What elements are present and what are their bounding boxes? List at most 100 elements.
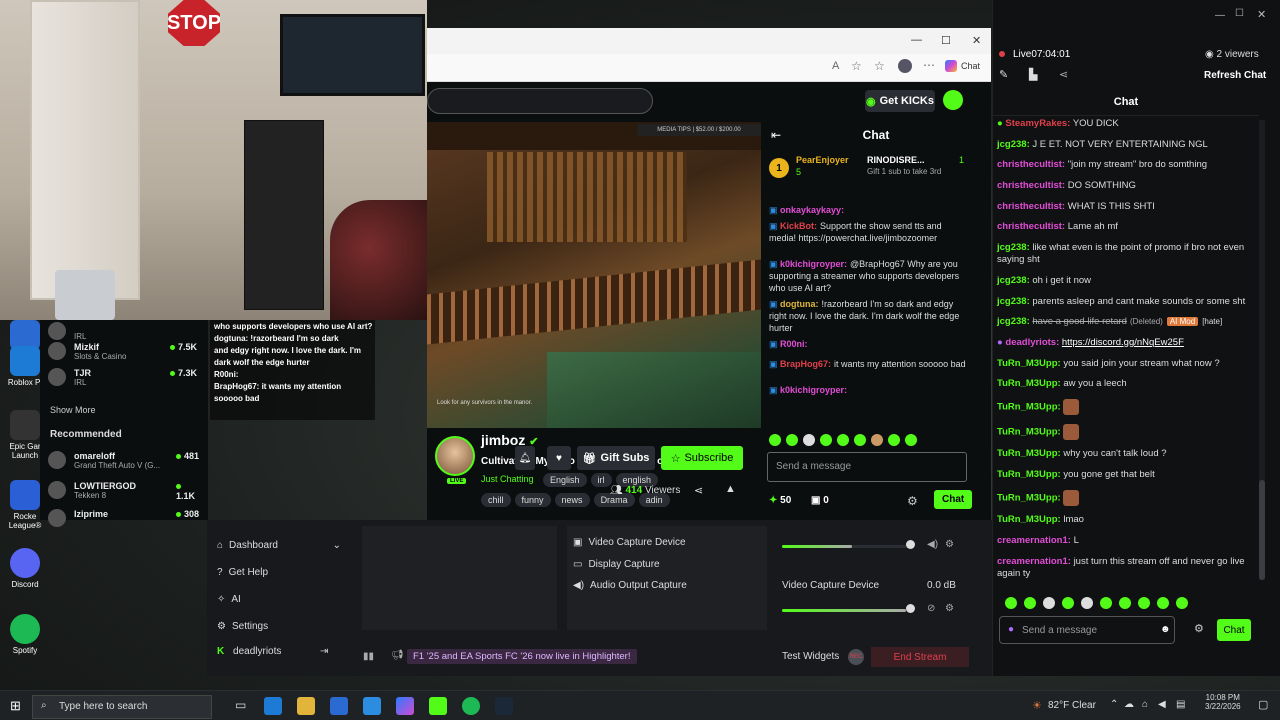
obs-source[interactable]: ▣ Video Capture Device bbox=[573, 532, 687, 554]
chat-username[interactable]: jcg238: bbox=[997, 296, 1030, 307]
report-icon[interactable]: ▲ bbox=[725, 483, 736, 495]
store-icon[interactable] bbox=[330, 697, 348, 715]
gift-subs-button[interactable]: 🎁︎ Gift Subs bbox=[577, 446, 655, 470]
clock[interactable]: 10:08 PM 3/22/2026 bbox=[1205, 693, 1241, 711]
scrollbar-thumb[interactable] bbox=[1259, 480, 1265, 580]
tag[interactable]: funny bbox=[514, 493, 551, 507]
volume-handle-2[interactable] bbox=[906, 604, 915, 613]
tag[interactable]: irl bbox=[590, 473, 612, 487]
show-more-button[interactable]: Show More bbox=[50, 405, 96, 415]
obs-account[interactable]: K deadlyriots bbox=[217, 646, 281, 657]
spotify-icon[interactable] bbox=[462, 697, 480, 715]
subscribe-button[interactable]: ☆ Subscribe bbox=[661, 446, 743, 470]
share-icon[interactable]: ⋖ bbox=[694, 484, 703, 497]
test-widgets-button[interactable]: Test Widgets bbox=[782, 651, 839, 662]
streamer-avatar[interactable] bbox=[435, 436, 475, 476]
minimize-button[interactable]: — bbox=[911, 34, 922, 46]
chat-username[interactable]: jcg238: bbox=[997, 242, 1030, 253]
volume-track[interactable] bbox=[782, 545, 910, 548]
obs-menu-item[interactable]: ✧ AI bbox=[217, 586, 341, 613]
chat-username[interactable]: k0kichigroyper: bbox=[780, 259, 847, 269]
chat-username[interactable]: creamernation1: bbox=[997, 535, 1071, 546]
start-windows-icon[interactable]: ⊞ bbox=[10, 698, 21, 714]
gift-counter[interactable]: ▣ 0 bbox=[811, 495, 829, 507]
read-aloud-icon[interactable]: A bbox=[832, 60, 839, 72]
popout-settings-icon[interactable]: ⚙ bbox=[1194, 622, 1204, 635]
network-icon[interactable]: ⌂ bbox=[1142, 699, 1148, 710]
file-explorer-icon[interactable] bbox=[297, 697, 315, 715]
notification-bell-icon[interactable]: 🔔︎ bbox=[515, 446, 535, 470]
popout-chat-input[interactable]: ● Send a message ☻ bbox=[999, 616, 1175, 644]
chat-username[interactable]: christhecultist: bbox=[997, 180, 1065, 191]
clip-icon[interactable]: ▙ bbox=[1029, 68, 1037, 81]
obs-menu-item[interactable]: ? Get Help bbox=[217, 559, 341, 586]
obs-menu-item[interactable]: ⚙ Settings bbox=[217, 613, 341, 640]
weather-text[interactable]: 82°F Clear bbox=[1048, 700, 1096, 711]
chat-username[interactable]: TuRn_M3Upp: bbox=[997, 448, 1061, 459]
obs-source[interactable]: ◀) Audio Output Capture bbox=[573, 575, 687, 597]
chat-username[interactable]: KickBot: bbox=[780, 221, 817, 231]
chat-username[interactable]: TuRn_M3Upp: bbox=[997, 426, 1061, 437]
close-button[interactable]: ✕ bbox=[972, 34, 981, 47]
chat-username[interactable]: k0kichigroyper: bbox=[780, 385, 847, 395]
speaker-icon[interactable]: ◀) bbox=[927, 539, 938, 550]
tray-chevron-icon[interactable]: ⌃ bbox=[1110, 699, 1118, 710]
chat-username[interactable]: TuRn_M3Upp: bbox=[997, 358, 1061, 369]
chat-username[interactable]: TuRn_M3Upp: bbox=[997, 378, 1061, 389]
kick-chat-input[interactable]: Send a message bbox=[767, 452, 967, 482]
emoji-icon[interactable]: ☻ bbox=[1160, 624, 1171, 635]
muted-speaker-icon[interactable]: ⊘ bbox=[927, 603, 935, 614]
favorites-icon[interactable]: ☆ bbox=[874, 59, 885, 73]
chat-username[interactable]: dogtuna: bbox=[780, 299, 819, 309]
user-avatar[interactable] bbox=[943, 90, 963, 110]
highlighter-banner[interactable]: F1 '25 and EA Sports FC '26 now live in … bbox=[407, 649, 637, 664]
get-kicks-button[interactable]: ◉ Get KICKs bbox=[865, 90, 935, 112]
kick-search-bar[interactable] bbox=[427, 88, 653, 114]
tag[interactable]: chill bbox=[481, 493, 511, 507]
sidebar-channel[interactable]: Mizkif Slots & Casino 7.5K bbox=[48, 340, 200, 366]
obs-source[interactable]: ▭ Display Capture bbox=[573, 554, 687, 576]
chat-text[interactable]: https://discord.gg/nNqEw25F bbox=[1062, 337, 1184, 348]
chat-username[interactable]: jcg238: bbox=[997, 275, 1030, 286]
tag[interactable]: English bbox=[543, 473, 587, 487]
chat-username[interactable]: jcg238: bbox=[997, 316, 1030, 327]
chat-username[interactable]: R00ni: bbox=[780, 339, 808, 349]
chat-username[interactable]: christhecultist: bbox=[997, 159, 1065, 170]
chat-username[interactable]: deadlyriots: bbox=[1005, 337, 1059, 348]
chat-username[interactable]: TuRn_M3Upp: bbox=[997, 401, 1061, 412]
steam-icon[interactable] bbox=[495, 697, 513, 715]
tag[interactable]: news bbox=[554, 493, 590, 507]
sidebar-channel[interactable]: omareloff Grand Theft Auto V (G... 481 bbox=[48, 449, 200, 475]
desktop-icon[interactable]: Spotify bbox=[2, 614, 48, 655]
share-icon[interactable]: ⋖ bbox=[1059, 68, 1068, 81]
chat-username[interactable]: SteamyRakes: bbox=[1005, 118, 1070, 129]
kick-points[interactable]: ✦ 50 bbox=[769, 495, 791, 507]
emote-bar[interactable] bbox=[769, 434, 983, 448]
chat-username[interactable]: TuRn_M3Upp: bbox=[997, 492, 1061, 503]
volume-icon[interactable]: ◀ bbox=[1158, 699, 1166, 710]
copilot-chat-label[interactable]: Chat bbox=[961, 61, 980, 71]
minimize-button[interactable]: — bbox=[1215, 10, 1225, 21]
profile-avatar[interactable] bbox=[898, 59, 912, 73]
end-stream-button[interactable]: End Stream bbox=[871, 647, 969, 667]
edge-icon[interactable] bbox=[264, 697, 282, 715]
notifications-icon[interactable]: ▢ bbox=[1258, 698, 1268, 711]
task-view-icon[interactable]: ▭ bbox=[235, 698, 246, 712]
mixer-settings-icon-2[interactable]: ⚙ bbox=[945, 603, 954, 614]
chat-username[interactable]: christhecultist: bbox=[997, 221, 1065, 232]
desktop-icon[interactable]: Discord bbox=[2, 548, 48, 589]
chat-username[interactable]: TuRn_M3Upp: bbox=[997, 514, 1061, 525]
kick-chat-send-button[interactable]: Chat bbox=[934, 490, 973, 509]
maximize-button[interactable]: ☐ bbox=[1235, 8, 1244, 19]
microphone-icon[interactable]: ● bbox=[1008, 624, 1014, 635]
chat-username[interactable]: christhecultist: bbox=[997, 201, 1065, 212]
kick-app-icon[interactable] bbox=[429, 697, 447, 715]
favorite-star-icon[interactable]: ☆ bbox=[851, 59, 862, 73]
chat-username[interactable]: TuRn_M3Upp: bbox=[997, 469, 1061, 480]
stream-video[interactable]: MEDIA TIPS | $52.00 / $200.00 Look for a… bbox=[427, 122, 761, 428]
copilot-icon[interactable] bbox=[396, 697, 414, 715]
obs-menu-item[interactable]: ⌂ Dashboard ⌄ bbox=[217, 532, 341, 559]
rec-button[interactable]: REC bbox=[848, 649, 864, 665]
chat-settings-icon[interactable]: ⚙ bbox=[907, 494, 918, 508]
stats-icon[interactable]: ▮▮ bbox=[363, 651, 374, 662]
